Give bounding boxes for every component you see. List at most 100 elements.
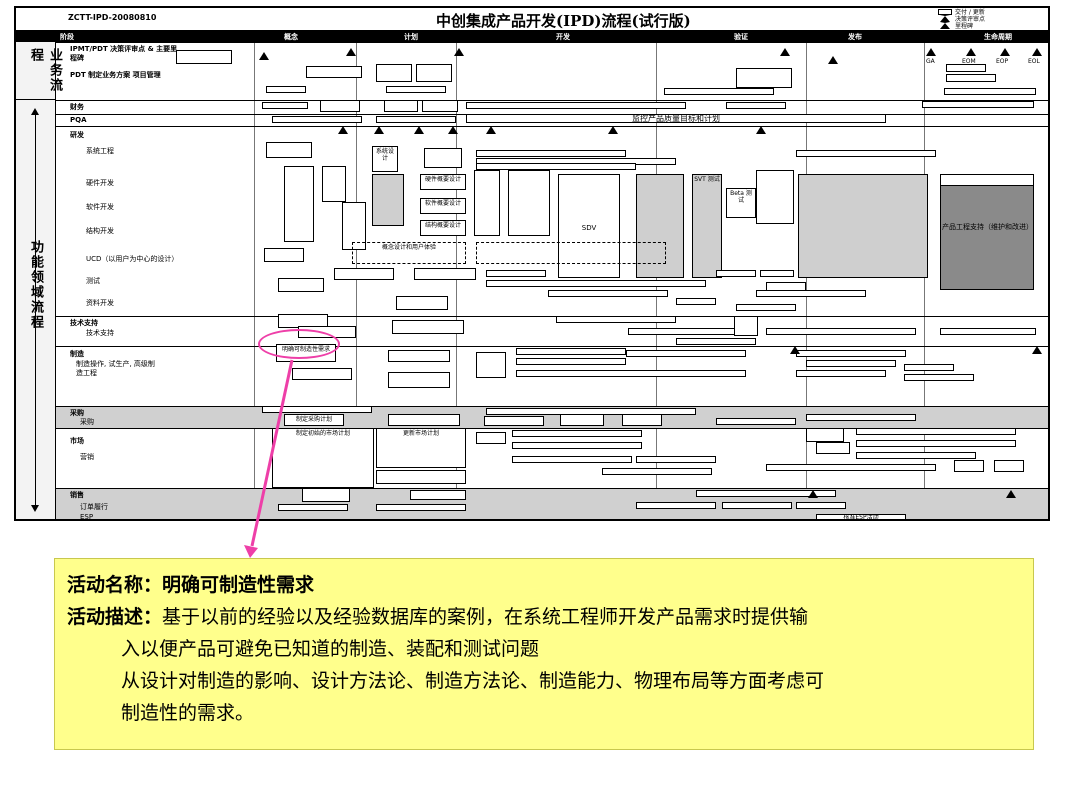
flowchart-header: ZCTT-IPD-20080810 中创集成产品开发(IPD)流程(试行版) 交… xyxy=(16,8,1048,32)
monitor-quality-bar: 监控产品质量目标和计划 xyxy=(466,114,886,123)
detail-box xyxy=(474,170,500,236)
activity-desc-row: 活动描述：基于以前的经验以及经验数据库的案例，在系统工程师开发产品需求时提供输 xyxy=(67,601,1021,633)
finance-bar xyxy=(466,102,686,109)
pqa-bar xyxy=(376,116,456,123)
mfg-milestone-icon xyxy=(1032,346,1042,354)
lane-label-docs: 资料开发 xyxy=(86,299,114,307)
lane-label-esp: ESP xyxy=(80,513,94,521)
milestone-launch-icon xyxy=(828,56,838,64)
activity-panel: 活动名称：明确可制造性需求 活动描述：基于以前的经验以及经验数据库的案例，在系统… xyxy=(54,558,1034,750)
market-box xyxy=(806,428,844,442)
sales-bar xyxy=(278,504,348,511)
esp-check-bar: 核准ESP活动 xyxy=(816,514,906,519)
product-engineering-box: 产品工程支持（维护和改进） xyxy=(940,174,1034,290)
lane-label-techsupport: 技术支持 xyxy=(86,329,114,337)
market-bar xyxy=(512,442,642,449)
mfg-bar xyxy=(806,360,896,367)
pqa-bar xyxy=(272,116,362,123)
se-box xyxy=(424,148,462,168)
lane-label-marketing: 营销 xyxy=(80,453,94,461)
market-bar xyxy=(856,440,1016,447)
se-bar xyxy=(476,163,636,170)
purchase-box xyxy=(560,414,604,426)
review-icon xyxy=(448,126,458,134)
deliverable-legend-icon xyxy=(938,8,952,15)
purchase-box xyxy=(622,414,662,426)
market-box xyxy=(376,470,466,484)
review-icon xyxy=(756,126,766,134)
sales-bar xyxy=(796,502,846,509)
market-bar xyxy=(856,452,976,459)
ipd-flowchart: ZCTT-IPD-20080810 中创集成产品开发(IPD)流程(试行版) 交… xyxy=(14,6,1050,521)
ucd-design-box: 概念设计和用户体验 xyxy=(352,242,466,264)
milestone-legend-icon xyxy=(940,22,950,29)
milestone-eol-label: EOL xyxy=(1028,58,1040,65)
mfg-bar xyxy=(516,348,626,355)
phase-launch: 发布 xyxy=(848,33,862,41)
se-bar xyxy=(476,150,626,157)
lane-label-orders: 订单履行 xyxy=(80,503,108,511)
mfg-box xyxy=(388,372,450,388)
milestone-ga-icon xyxy=(926,48,936,56)
mfg-bar xyxy=(516,358,626,365)
milestone-adcp-icon xyxy=(780,48,790,56)
eom-box xyxy=(994,460,1024,472)
purchase-bar xyxy=(262,406,372,413)
pdt-bar xyxy=(944,88,1036,95)
market-bar xyxy=(512,430,642,437)
finance-bar xyxy=(262,102,308,109)
milestone-eop-label: EOP xyxy=(996,58,1009,65)
sw-design-box: 软件概要设计 xyxy=(420,198,466,214)
phase-develop: 开发 xyxy=(556,33,570,41)
test-box xyxy=(334,268,394,280)
techsupport-bar xyxy=(676,338,756,345)
lane-label-techsupport-h: 技术支持 xyxy=(70,319,98,327)
detail-box xyxy=(508,170,550,236)
activity-desc-line-1: 基于以前的经验以及经验数据库的案例，在系统工程师开发产品需求时提供输 xyxy=(162,606,809,628)
review-icon xyxy=(414,126,424,134)
milestone-eol-icon xyxy=(1032,48,1042,56)
mfg-bar xyxy=(904,364,954,371)
purchase-bar xyxy=(716,418,796,425)
functional-process-label: 功能领域流程 xyxy=(28,240,43,330)
activity-desc-line-2: 入以便产品可避免已知道的制造、装配和测试问题 xyxy=(121,638,540,660)
market-box xyxy=(476,432,506,444)
test-bar xyxy=(756,290,866,297)
finance-bar xyxy=(320,100,360,112)
flowchart-title: 中创集成产品开发(IPD)流程(试行版) xyxy=(436,12,691,30)
sales-milestone-icon xyxy=(808,490,818,498)
pdt-box xyxy=(416,64,452,82)
lane-label-market: 市场 xyxy=(70,437,84,445)
se-box xyxy=(266,142,312,158)
techsupport-box xyxy=(392,320,464,334)
finance-bar xyxy=(422,100,458,112)
supply-plan-box: 制定采购计划 xyxy=(284,414,344,426)
milestone-charter-icon xyxy=(259,52,269,60)
market-bar xyxy=(602,468,712,475)
lane-label-sw: 软件开发 xyxy=(86,203,114,211)
sales-bar xyxy=(376,504,466,511)
sys-block xyxy=(372,174,404,226)
verify-block xyxy=(798,174,928,278)
system-design-box: 系统设计 xyxy=(372,146,398,172)
pdt-box xyxy=(306,66,362,78)
activity-name: 明确可制造性需求 xyxy=(162,574,315,596)
document-id: ZCTT-IPD-20080810 xyxy=(68,13,157,22)
techsupport-bar xyxy=(766,328,916,335)
legend: 交付 / 更新 决策评审点 里程碑 xyxy=(938,8,1048,30)
activity-name-row: 活动名称：明确可制造性需求 xyxy=(67,569,1021,601)
phase-verify: 验证 xyxy=(734,33,748,41)
mech-design-box: 结构概要设计 xyxy=(420,220,466,236)
milestone-eop-icon xyxy=(1000,48,1010,56)
phase-plan: 计划 xyxy=(404,33,418,41)
legend-milestone: 里程碑 xyxy=(955,23,974,30)
lane-label-finance: 财务 xyxy=(70,103,84,111)
sales-box xyxy=(302,488,350,502)
pdt-box xyxy=(946,74,996,82)
finance-bar xyxy=(384,100,418,112)
mfg-bar xyxy=(904,374,974,381)
test-bar xyxy=(716,270,756,277)
pdt-box xyxy=(176,50,232,64)
purchase-box xyxy=(484,416,544,426)
milestone-pdcp-icon xyxy=(454,48,464,56)
